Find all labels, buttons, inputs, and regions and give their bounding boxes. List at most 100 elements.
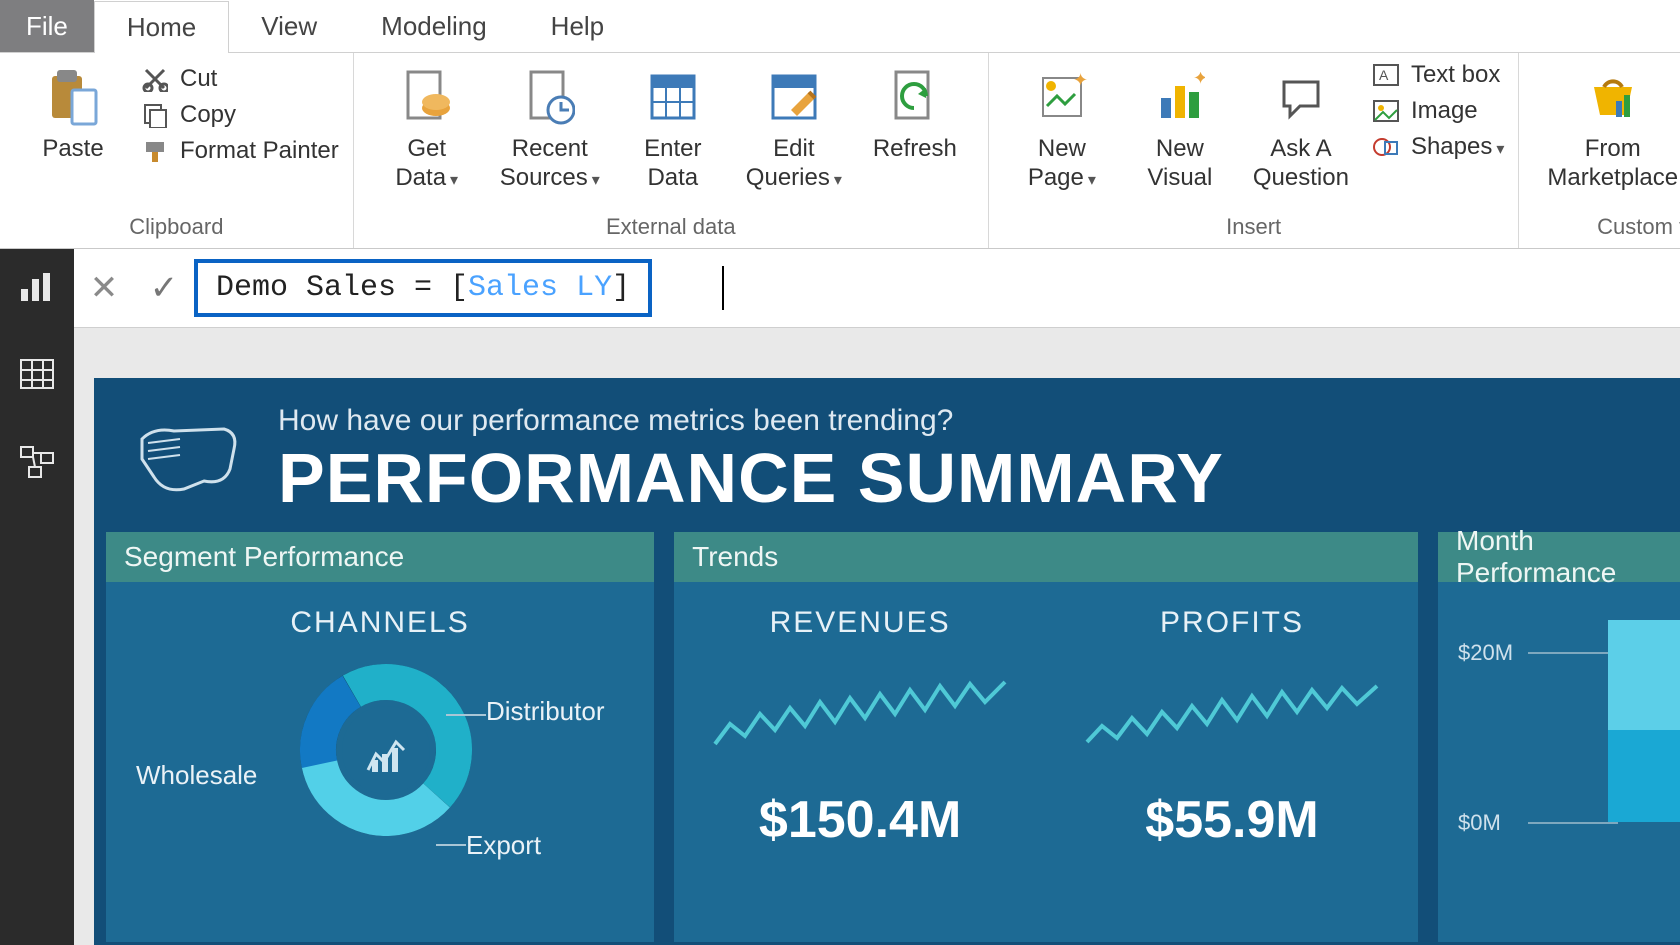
tab-modeling[interactable]: Modeling bbox=[349, 0, 519, 52]
new-page-label: New Page bbox=[1028, 135, 1096, 193]
month-axis-bottom: $0M bbox=[1458, 810, 1501, 836]
formula-reference: Sales LY bbox=[468, 271, 612, 305]
formula-suffix: ] bbox=[612, 271, 630, 305]
cut-button[interactable]: Cut bbox=[140, 65, 339, 93]
enter-data-icon bbox=[648, 65, 698, 129]
paste-button[interactable]: Paste bbox=[14, 59, 132, 164]
card-trends-header: Trends bbox=[692, 532, 1418, 582]
group-clipboard-label: Clipboard bbox=[14, 208, 339, 248]
channel-label-distributor: Distributor bbox=[486, 696, 604, 727]
get-data-icon bbox=[402, 65, 452, 129]
profits-sparkline[interactable] bbox=[1082, 664, 1382, 774]
channels-donut-chart[interactable] bbox=[296, 660, 476, 840]
formula-input[interactable]: Demo Sales = [Sales LY] bbox=[194, 259, 652, 317]
card-segment-header: Segment Performance bbox=[124, 532, 654, 582]
formula-commit-button[interactable]: ✓ bbox=[134, 268, 194, 308]
paste-label: Paste bbox=[42, 135, 103, 164]
shapes-icon bbox=[1371, 136, 1401, 158]
channel-label-wholesale: Wholesale bbox=[136, 760, 257, 791]
group-external-label: External data bbox=[368, 208, 974, 248]
image-icon bbox=[1371, 100, 1401, 122]
new-visual-button[interactable]: ✦ New Visual bbox=[1121, 59, 1239, 193]
ask-question-icon bbox=[1276, 65, 1326, 129]
format-painter-button[interactable]: Format Painter bbox=[140, 137, 339, 165]
main-area: ✕ ✓ Demo Sales = [Sales LY] How have our… bbox=[74, 249, 1680, 945]
group-external-data: Get Data Recent Sources Enter Data Edit … bbox=[354, 53, 989, 248]
new-page-button[interactable]: ✦ New Page bbox=[1003, 59, 1121, 193]
workspace: ✕ ✓ Demo Sales = [Sales LY] How have our… bbox=[0, 249, 1680, 945]
ask-question-label: Ask A Question bbox=[1253, 135, 1349, 193]
refresh-button[interactable]: Refresh bbox=[856, 59, 974, 164]
marketplace-icon bbox=[1586, 65, 1640, 129]
new-visual-icon: ✦ bbox=[1155, 65, 1205, 129]
enter-data-label: Enter Data bbox=[644, 135, 701, 193]
report-title: PERFORMANCE SUMMARY bbox=[278, 438, 1224, 518]
edit-queries-button[interactable]: Edit Queries bbox=[732, 59, 856, 193]
paste-icon bbox=[46, 65, 100, 129]
report-view-button[interactable] bbox=[19, 271, 55, 308]
card-trends[interactable]: Trends REVENUES $150.4M PROFITS bbox=[674, 532, 1418, 942]
model-view-button[interactable] bbox=[19, 445, 55, 484]
from-marketplace-button[interactable]: From Marketplace bbox=[1533, 59, 1680, 193]
get-data-label: Get Data bbox=[395, 135, 458, 193]
enter-data-button[interactable]: Enter Data bbox=[614, 59, 732, 193]
svg-text:A: A bbox=[1379, 67, 1389, 83]
group-custom-visuals: From Marketplace From File Custom visual… bbox=[1519, 53, 1680, 248]
revenues-sparkline[interactable] bbox=[710, 664, 1010, 774]
shapes-button[interactable]: Shapes bbox=[1371, 133, 1504, 161]
usa-map-icon bbox=[134, 419, 244, 504]
report-page: How have our performance metrics been tr… bbox=[94, 378, 1680, 945]
group-custom-label: Custom visuals bbox=[1533, 208, 1680, 248]
group-insert-label: Insert bbox=[1003, 208, 1505, 248]
tab-view[interactable]: View bbox=[229, 0, 349, 52]
svg-text:✦: ✦ bbox=[1073, 72, 1087, 90]
ask-question-button[interactable]: Ask A Question bbox=[1239, 59, 1363, 193]
shapes-label: Shapes bbox=[1411, 133, 1504, 161]
copy-icon bbox=[140, 102, 170, 128]
textbox-label: Text box bbox=[1411, 61, 1500, 89]
recent-sources-label: Recent Sources bbox=[500, 135, 600, 193]
view-switcher bbox=[0, 249, 74, 945]
file-menu[interactable]: File bbox=[0, 0, 94, 52]
recent-sources-icon bbox=[525, 65, 575, 129]
cut-icon bbox=[140, 66, 170, 92]
copy-label: Copy bbox=[180, 101, 236, 129]
image-button[interactable]: Image bbox=[1371, 97, 1504, 125]
channels-title: CHANNELS bbox=[106, 606, 654, 640]
cut-label: Cut bbox=[180, 65, 217, 93]
text-cursor bbox=[722, 266, 724, 310]
profits-title: PROFITS bbox=[1046, 606, 1418, 640]
textbox-button[interactable]: A Text box bbox=[1371, 61, 1504, 89]
ribbon: Paste Cut Copy Format Painter Clipboard bbox=[0, 53, 1680, 249]
report-canvas[interactable]: How have our performance metrics been tr… bbox=[74, 328, 1680, 945]
edit-queries-icon bbox=[769, 65, 819, 129]
profits-value: $55.9M bbox=[1046, 790, 1418, 850]
svg-text:✦: ✦ bbox=[1193, 72, 1205, 88]
channel-label-export: Export bbox=[466, 830, 541, 861]
card-segment-performance[interactable]: Segment Performance CHANNELS bbox=[106, 532, 654, 942]
group-clipboard: Paste Cut Copy Format Painter Clipboard bbox=[0, 53, 354, 248]
recent-sources-button[interactable]: Recent Sources bbox=[486, 59, 614, 193]
month-axis-top: $20M bbox=[1458, 640, 1513, 666]
copy-button[interactable]: Copy bbox=[140, 101, 339, 129]
group-insert: ✦ New Page ✦ New Visual Ask A Question A… bbox=[989, 53, 1520, 248]
revenues-title: REVENUES bbox=[674, 606, 1046, 640]
data-view-button[interactable] bbox=[19, 358, 55, 395]
formula-cancel-button[interactable]: ✕ bbox=[74, 268, 134, 308]
from-marketplace-label: From Marketplace bbox=[1547, 135, 1678, 193]
get-data-button[interactable]: Get Data bbox=[368, 59, 486, 193]
tab-help[interactable]: Help bbox=[519, 0, 636, 52]
format-painter-icon bbox=[140, 138, 170, 164]
card-month-performance[interactable]: Month Performance $20M $0M bbox=[1438, 532, 1680, 942]
format-painter-label: Format Painter bbox=[180, 137, 339, 165]
edit-queries-label: Edit Queries bbox=[746, 135, 842, 193]
formula-bar: ✕ ✓ Demo Sales = [Sales LY] bbox=[74, 249, 1680, 328]
textbox-icon: A bbox=[1371, 64, 1401, 86]
refresh-icon bbox=[890, 65, 940, 129]
month-bar-chart[interactable]: $20M $0M bbox=[1450, 600, 1680, 860]
tab-home[interactable]: Home bbox=[94, 1, 229, 53]
revenues-value: $150.4M bbox=[674, 790, 1046, 850]
new-visual-label: New Visual bbox=[1147, 135, 1212, 193]
report-subtitle: How have our performance metrics been tr… bbox=[278, 404, 1224, 438]
formula-prefix: Demo Sales = [ bbox=[216, 271, 468, 305]
